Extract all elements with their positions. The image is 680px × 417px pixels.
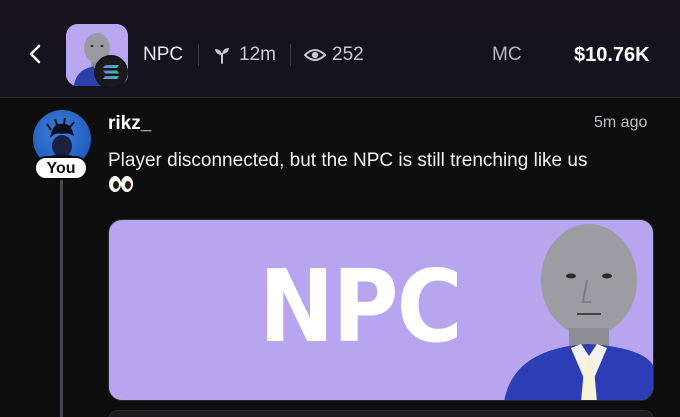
- token-ticker: NPC: [143, 44, 184, 65]
- view-count: 252: [332, 44, 364, 65]
- back-button[interactable]: [22, 38, 48, 70]
- eye-icon: [304, 49, 326, 61]
- post-username[interactable]: rikz_: [108, 113, 151, 135]
- you-badge: You: [34, 156, 88, 180]
- image-headline: NPC: [259, 248, 463, 365]
- solana-icon: [103, 65, 119, 79]
- npc-figure-image: [504, 224, 653, 400]
- market-cap-label: MC: [492, 44, 522, 65]
- post-body: Player disconnected, but the NPC is stil…: [108, 148, 668, 202]
- next-post-card: [108, 410, 654, 417]
- token-age: 12m: [239, 44, 276, 65]
- token-header: NPC 12m 252 MC $10.76K: [0, 0, 680, 98]
- market-cap-value: $10.76K: [574, 44, 650, 66]
- sprout-icon: [215, 48, 229, 64]
- divider: [290, 44, 291, 66]
- post-image[interactable]: NPC: [108, 219, 654, 401]
- chain-badge: [94, 55, 128, 89]
- thread-line: [60, 176, 63, 417]
- eyes-emoji: [108, 174, 134, 202]
- divider: [198, 44, 199, 66]
- chevron-left-icon: [29, 44, 41, 64]
- post-text: Player disconnected, but the NPC is stil…: [108, 150, 588, 171]
- post-timestamp: 5m ago: [594, 114, 648, 131]
